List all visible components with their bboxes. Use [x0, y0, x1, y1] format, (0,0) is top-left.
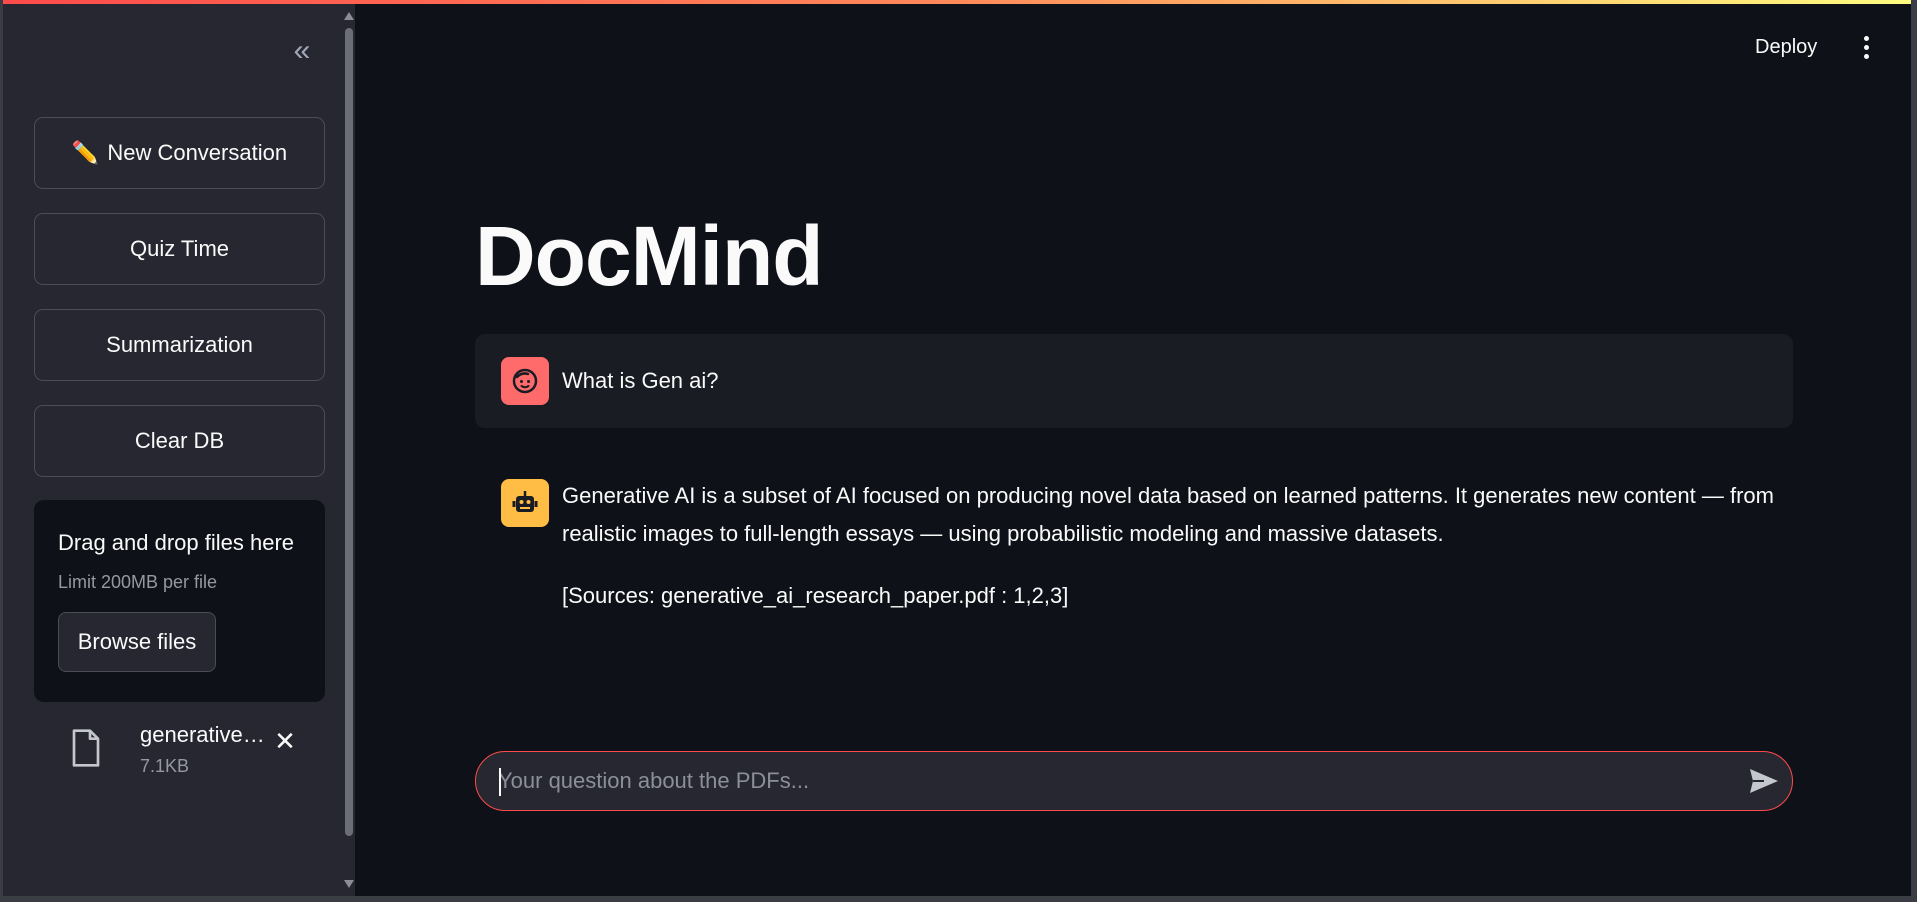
uploaded-file-item: generative_ai_research_paper.pdf 7.1KB ✕ — [34, 720, 325, 786]
file-uploader-dropzone[interactable]: Drag and drop files here Limit 200MB per… — [34, 500, 325, 702]
file-icon — [72, 729, 100, 767]
new-conversation-button[interactable]: ✏️ New Conversation — [34, 117, 325, 189]
clear-db-button[interactable]: Clear DB — [34, 405, 325, 477]
send-icon[interactable] — [1748, 766, 1780, 796]
scrollbar-thumb[interactable] — [345, 28, 353, 836]
user-avatar-icon — [501, 357, 549, 405]
scroll-up-arrow-icon[interactable] — [344, 12, 354, 20]
new-conversation-label: New Conversation — [107, 140, 288, 165]
assistant-message-sources: [Sources: generative_ai_research_paper.p… — [562, 583, 1069, 608]
user-message-text: What is Gen ai? — [562, 368, 719, 393]
assistant-message-line-2: realistic images to full-length essays —… — [562, 521, 1444, 546]
file-size: 7.1KB — [140, 756, 190, 776]
chat-input[interactable] — [498, 762, 1718, 800]
dropzone-limit: Limit 200MB per file — [58, 572, 218, 592]
collapse-sidebar-icon[interactable]: « — [282, 34, 322, 70]
summarization-button[interactable]: Summarization — [34, 309, 325, 381]
file-name: generative_ai_research_paper.pdf — [140, 722, 268, 747]
remove-file-icon[interactable]: ✕ — [270, 726, 300, 756]
chat-input-container — [475, 751, 1793, 811]
text-caret — [499, 768, 501, 796]
main-menu-icon[interactable] — [1853, 30, 1881, 64]
assistant-avatar-icon — [501, 479, 549, 527]
quiz-time-label: Quiz Time — [129, 236, 230, 261]
browse-files-button[interactable]: Browse files — [58, 612, 216, 672]
dropzone-title: Drag and drop files here — [58, 530, 295, 555]
app-window: « ✏️ New Conversation Quiz Time Summariz… — [3, 0, 1911, 896]
assistant-message-line-1: Generative AI is a subset of AI focused … — [562, 483, 1774, 508]
pencil-icon: ✏️ — [71, 140, 100, 165]
deploy-button[interactable]: Deploy — [1755, 30, 1817, 64]
page-title: DocMind — [475, 209, 824, 303]
sidebar: « ✏️ New Conversation Quiz Time Summariz… — [3, 4, 355, 896]
clear-db-label: Clear DB — [134, 428, 225, 453]
summarization-label: Summarization — [106, 332, 253, 357]
chat-message-user: What is Gen ai? — [475, 334, 1793, 428]
chat-message-assistant: Generative AI is a subset of AI focused … — [475, 460, 1793, 620]
quiz-time-button[interactable]: Quiz Time — [34, 213, 325, 285]
scroll-down-arrow-icon[interactable] — [344, 880, 354, 888]
